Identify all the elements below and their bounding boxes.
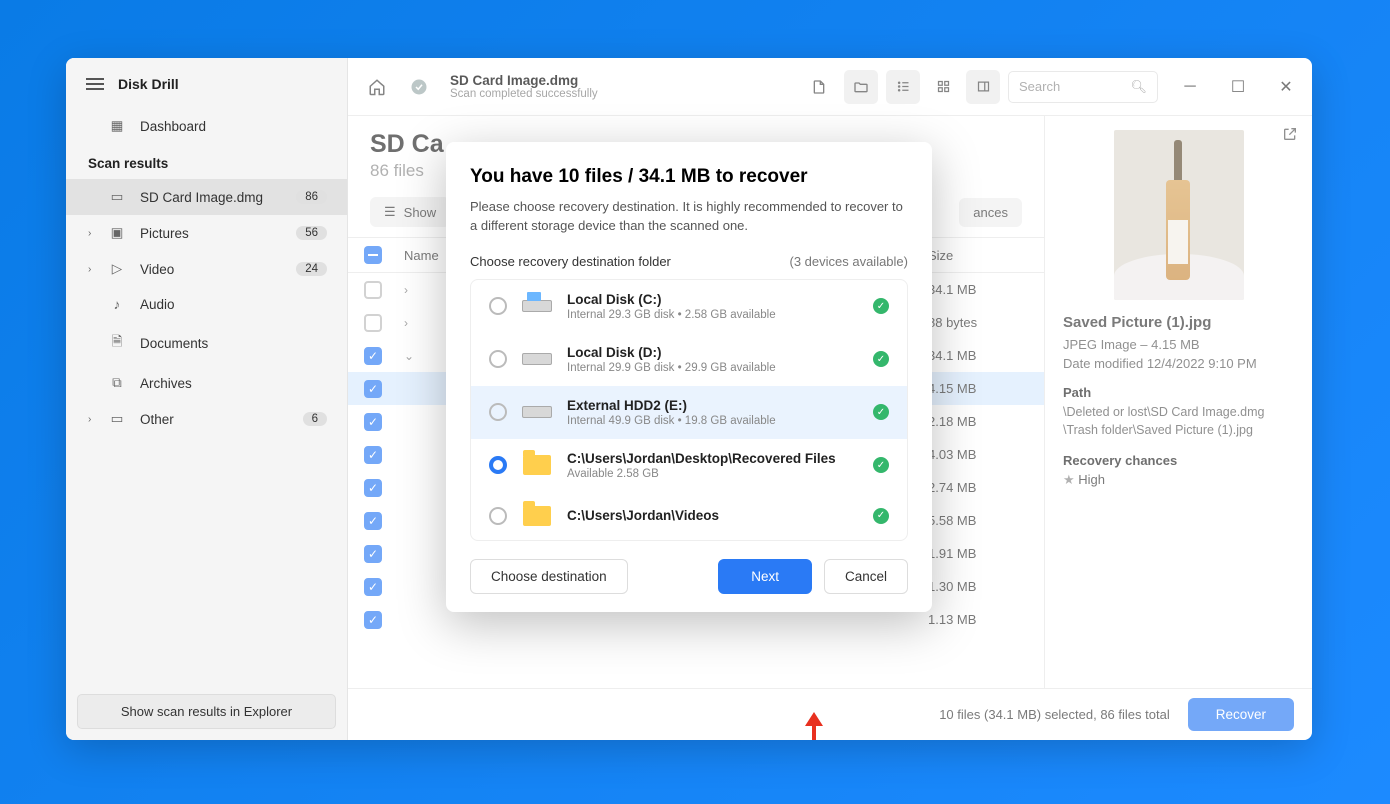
modal-title: You have 10 files / 34.1 MB to recover (470, 166, 908, 188)
other-icon: ▭ (108, 411, 126, 427)
audio-icon: ♪ (108, 297, 126, 312)
check-ok-icon: ✓ (873, 351, 889, 367)
app-title: Disk Drill (118, 76, 179, 92)
sidebar-item-label: Video (140, 262, 174, 277)
destination-available: (3 devices available) (789, 254, 908, 269)
check-ok-icon: ✓ (873, 508, 889, 524)
destination-name: C:\Users\Jordan\Desktop\Recovered Files (567, 451, 859, 466)
archive-icon: ⧉ (108, 375, 126, 391)
destination-choose-label: Choose recovery destination folder (470, 254, 671, 269)
chevron-icon: › (88, 264, 91, 275)
cancel-button[interactable]: Cancel (824, 559, 908, 594)
sidebar-item-badge: 86 (296, 190, 327, 204)
drive-icon (522, 353, 552, 365)
sidebar: Disk Drill ▦ Dashboard Scan results ▭ SD … (66, 58, 348, 740)
destination-list: Local Disk (C:) Internal 29.3 GB disk • 2… (470, 279, 908, 541)
video-icon: ▷ (108, 261, 126, 277)
sidebar-item-label: Other (140, 412, 174, 427)
sidebar-item-badge: 24 (296, 262, 327, 276)
annotation-arrow (812, 724, 816, 740)
show-in-explorer-button[interactable]: Show scan results in Explorer (77, 694, 336, 729)
destination-radio[interactable] (489, 456, 507, 474)
modal-description: Please choose recovery destination. It i… (470, 198, 908, 236)
destination-sub: Internal 29.9 GB disk • 29.9 GB availabl… (567, 362, 859, 374)
sidebar-item-pictures[interactable]: › ▣ Pictures 56 (66, 215, 347, 251)
chevron-icon: › (88, 228, 91, 239)
destination-header: Choose recovery destination folder (3 de… (470, 254, 908, 269)
folder-icon (523, 455, 551, 475)
destination-item[interactable]: External HDD2 (E:) Internal 49.9 GB disk … (471, 386, 907, 439)
sidebar-dashboard[interactable]: ▦ Dashboard (66, 108, 347, 144)
sidebar-header: Disk Drill (66, 58, 347, 108)
check-ok-icon: ✓ (873, 457, 889, 473)
destination-radio[interactable] (489, 507, 507, 525)
modal-buttons: Choose destination Next Cancel (470, 559, 908, 594)
sidebar-dashboard-label: Dashboard (140, 119, 206, 134)
sidebar-item-badge: 6 (303, 412, 327, 426)
destination-sub: Internal 49.9 GB disk • 19.8 GB availabl… (567, 415, 859, 427)
recovery-destination-modal: You have 10 files / 34.1 MB to recover P… (446, 142, 932, 612)
sidebar-item-label: SD Card Image.dmg (140, 190, 263, 205)
sidebar-item-label: Audio (140, 297, 175, 312)
destination-sub: Available 2.58 GB (567, 468, 859, 480)
sidebar-item-other[interactable]: › ▭ Other 6 (66, 401, 347, 437)
sidebar-item-documents[interactable]: 🗎 Documents (66, 322, 347, 365)
destination-name: Local Disk (C:) (567, 292, 859, 307)
destination-item[interactable]: Local Disk (D:) Internal 29.9 GB disk • 2… (471, 333, 907, 386)
hamburger-icon[interactable] (86, 75, 104, 93)
sidebar-item-label: Pictures (140, 226, 189, 241)
destination-item[interactable]: C:\Users\Jordan\Desktop\Recovered Files A… (471, 439, 907, 492)
sidebar-item-sd-card-image-dmg[interactable]: ▭ SD Card Image.dmg 86 (66, 179, 347, 215)
next-button[interactable]: Next (718, 559, 812, 594)
check-ok-icon: ✓ (873, 404, 889, 420)
destination-item[interactable]: Local Disk (C:) Internal 29.3 GB disk • 2… (471, 280, 907, 333)
sidebar-bottom: Show scan results in Explorer (66, 683, 347, 740)
picture-icon: ▣ (108, 225, 126, 241)
drive-icon (522, 300, 552, 312)
destination-radio[interactable] (489, 403, 507, 421)
chevron-icon: › (88, 414, 91, 425)
sidebar-heading: Scan results (66, 144, 347, 179)
sidebar-item-audio[interactable]: ♪ Audio (66, 287, 347, 322)
destination-name: External HDD2 (E:) (567, 398, 859, 413)
app-window: Disk Drill ▦ Dashboard Scan results ▭ SD … (66, 58, 1312, 740)
sidebar-item-badge: 56 (296, 226, 327, 240)
sidebar-item-video[interactable]: › ▷ Video 24 (66, 251, 347, 287)
folder-icon (523, 506, 551, 526)
destination-radio[interactable] (489, 297, 507, 315)
sidebar-item-label: Archives (140, 376, 192, 391)
choose-destination-button[interactable]: Choose destination (470, 559, 628, 594)
destination-sub: Internal 29.3 GB disk • 2.58 GB availabl… (567, 309, 859, 321)
destination-item[interactable]: C:\Users\Jordan\Videos ✓ (471, 492, 907, 540)
drive-icon (522, 406, 552, 418)
grid-icon: ▦ (108, 118, 126, 134)
destination-name: Local Disk (D:) (567, 345, 859, 360)
doc-icon: 🗎 (108, 332, 126, 355)
destination-radio[interactable] (489, 350, 507, 368)
drive-icon: ▭ (108, 189, 126, 205)
check-ok-icon: ✓ (873, 298, 889, 314)
destination-name: C:\Users\Jordan\Videos (567, 508, 859, 523)
sidebar-item-label: Documents (140, 336, 208, 351)
sidebar-item-archives[interactable]: ⧉ Archives (66, 365, 347, 401)
